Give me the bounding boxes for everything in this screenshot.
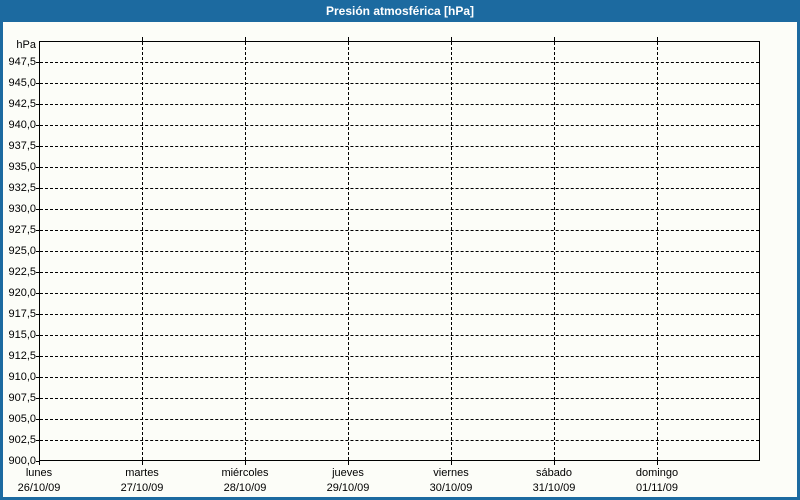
horizontal-gridline <box>40 230 759 231</box>
x-axis-tick-mark <box>554 461 555 465</box>
y-axis-tick-mark <box>36 146 39 147</box>
vertical-gridline <box>657 42 658 460</box>
y-axis-tick-mark <box>36 440 39 441</box>
y-axis-tick-label: 900,0 <box>8 455 36 467</box>
x-axis-day-label: sábado <box>535 467 573 479</box>
y-axis-tick-mark <box>36 230 39 231</box>
y-axis-tick-mark <box>36 209 39 210</box>
y-axis-tick-mark <box>36 377 39 378</box>
horizontal-gridline <box>40 293 759 294</box>
horizontal-gridline <box>40 440 759 441</box>
vertical-gridline <box>554 42 555 460</box>
x-axis-tick-mark <box>142 461 143 465</box>
y-axis-tick-mark <box>36 251 39 252</box>
y-axis-tick-mark <box>36 167 39 168</box>
y-axis-tick-label: 942,5 <box>8 98 36 110</box>
y-axis-tick-label: 917,5 <box>8 308 36 320</box>
horizontal-gridline <box>40 419 759 420</box>
y-axis-tick-label: 907,5 <box>8 392 36 404</box>
vertical-gridline <box>245 42 246 460</box>
y-axis-tick-mark <box>36 314 39 315</box>
horizontal-gridline <box>40 125 759 126</box>
horizontal-gridline <box>40 167 759 168</box>
x-axis-date-label: 31/10/09 <box>532 482 576 494</box>
chart-title-bar: Presión atmosférica [hPa] <box>0 0 800 22</box>
x-axis-tick-mark <box>348 461 349 465</box>
x-axis-date-label: 30/10/09 <box>429 482 473 494</box>
horizontal-gridline <box>40 188 759 189</box>
x-axis-tick-mark <box>451 461 452 465</box>
horizontal-gridline <box>40 104 759 105</box>
x-axis-date-label: 01/11/09 <box>635 482 678 494</box>
y-axis-tick-label: 915,0 <box>8 329 36 341</box>
vertical-gridline <box>142 42 143 460</box>
y-axis-tick-label: 935,0 <box>8 161 36 173</box>
x-axis-date-label: 26/10/09 <box>17 482 61 494</box>
y-axis-tick-label: 937,5 <box>8 140 36 152</box>
y-axis-tick-label: 940,0 <box>8 119 36 131</box>
horizontal-gridline <box>40 398 759 399</box>
x-axis-tick-mark <box>348 37 349 41</box>
horizontal-gridline <box>40 62 759 63</box>
horizontal-gridline <box>40 356 759 357</box>
y-axis-tick-label: 927,5 <box>8 224 36 236</box>
y-axis-tick-mark <box>36 188 39 189</box>
x-axis-date-label: 29/10/09 <box>326 482 370 494</box>
x-axis-date-label: 28/10/09 <box>223 482 267 494</box>
horizontal-gridline <box>40 272 759 273</box>
y-axis-unit-label: hPa <box>16 39 36 51</box>
horizontal-gridline <box>40 209 759 210</box>
x-axis-day-label: martes <box>125 467 159 479</box>
y-axis-tick-mark <box>36 62 39 63</box>
x-axis-day-label: jueves <box>332 467 364 479</box>
y-axis-tick-mark <box>36 104 39 105</box>
x-axis-tick-mark <box>245 461 246 465</box>
y-axis-tick-mark <box>36 335 39 336</box>
y-axis-tick-mark <box>36 293 39 294</box>
y-axis-tick-mark <box>36 272 39 273</box>
y-axis-tick-label: 910,0 <box>8 371 36 383</box>
vertical-gridline <box>348 42 349 460</box>
horizontal-gridline <box>40 377 759 378</box>
y-axis-tick-label: 922,5 <box>8 266 36 278</box>
x-axis-tick-mark <box>554 37 555 41</box>
x-axis-tick-mark <box>657 461 658 465</box>
x-axis-tick-mark <box>142 37 143 41</box>
y-axis-tick-label: 930,0 <box>8 203 36 215</box>
y-axis-tick-label: 925,0 <box>8 245 36 257</box>
chart-window: Presión atmosférica [hPa] hPa 947,5 945,0… <box>0 0 800 500</box>
chart-title: Presión atmosférica [hPa] <box>325 4 475 18</box>
y-axis-tick-mark <box>36 83 39 84</box>
vertical-gridline <box>451 42 452 460</box>
x-axis-day-label: viernes <box>433 467 469 479</box>
horizontal-gridline <box>40 83 759 84</box>
x-axis-tick-mark <box>245 37 246 41</box>
horizontal-gridline <box>40 251 759 252</box>
x-axis-day-label: lunes <box>25 467 53 479</box>
x-axis-tick-mark <box>39 461 40 465</box>
y-axis-tick-mark <box>36 398 39 399</box>
y-axis-tick-label: 902,5 <box>8 434 36 446</box>
y-axis-tick-label: 920,0 <box>8 287 36 299</box>
y-axis-tick-label: 945,0 <box>8 77 36 89</box>
x-axis-date-label: 27/10/09 <box>120 482 164 494</box>
x-axis-tick-mark <box>451 37 452 41</box>
y-axis-tick-mark <box>36 356 39 357</box>
y-axis-tick-label: 947,5 <box>8 56 36 68</box>
x-axis-day-label: domingo <box>635 467 679 479</box>
x-axis-tick-mark <box>657 37 658 41</box>
y-axis-tick-mark <box>36 419 39 420</box>
horizontal-gridline <box>40 146 759 147</box>
y-axis-tick-label: 932,5 <box>8 182 36 194</box>
horizontal-gridline <box>40 314 759 315</box>
y-axis-tick-label: 912,5 <box>8 350 36 362</box>
horizontal-gridline <box>40 335 759 336</box>
window-border-left <box>0 22 3 500</box>
x-axis-day-label: miércoles <box>221 467 269 479</box>
y-axis-tick-label: 905,0 <box>8 413 36 425</box>
y-axis-tick-mark <box>36 125 39 126</box>
